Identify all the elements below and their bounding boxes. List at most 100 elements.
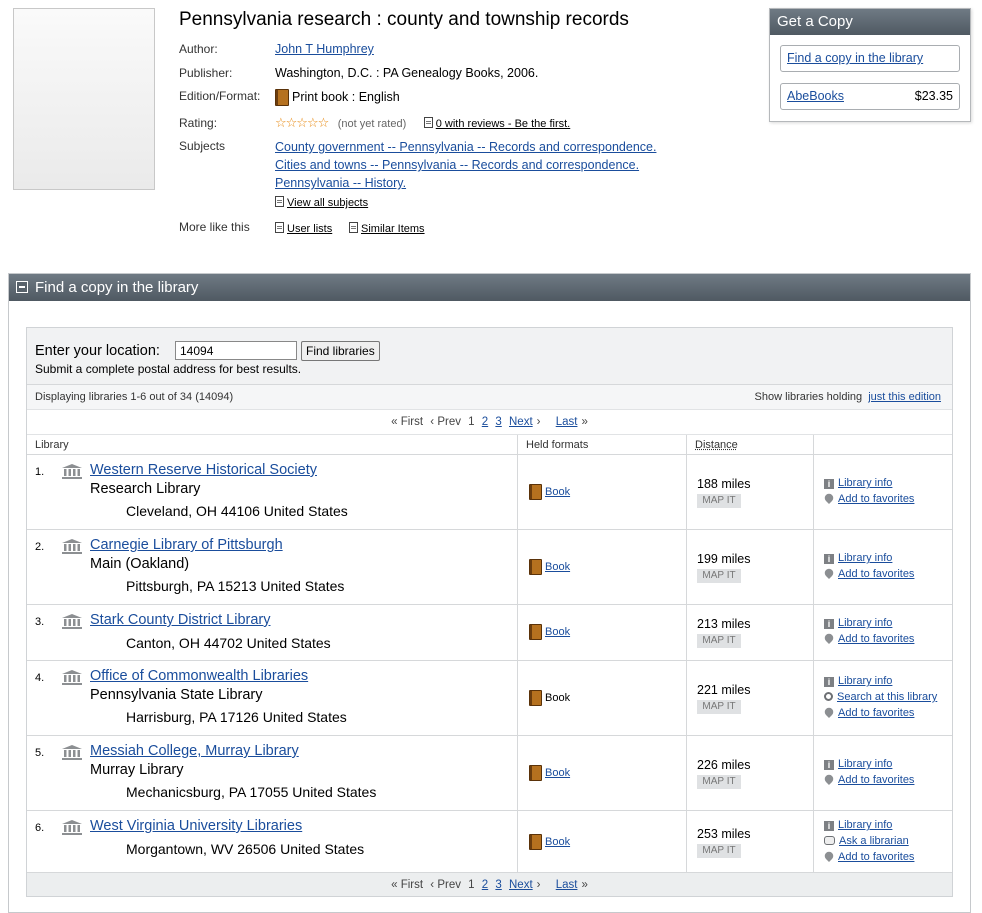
location-label: Enter your location: (35, 343, 160, 359)
library-info-link-wrap[interactable]: i Library info (824, 819, 892, 831)
library-info-link-wrap[interactable]: i Library info (824, 675, 892, 687)
library-info-link[interactable]: Library info (838, 477, 892, 489)
add-to-favorites-link-wrap[interactable]: Add to favorites (822, 566, 914, 580)
find-libraries-button[interactable]: Find libraries (301, 341, 380, 361)
subjects-label: Subjects (179, 139, 226, 153)
library-info-link-wrap[interactable]: i Library info (824, 477, 892, 489)
ask-a-librarian-link-wrap[interactable]: Ask a librarian (824, 835, 909, 847)
subject-link-3[interactable]: Pennsylvania -- History. (275, 176, 406, 190)
format-book-link[interactable]: Book (545, 767, 570, 779)
map-it-button[interactable]: MAP IT (697, 494, 741, 508)
pager-page-2[interactable]: 2 (482, 879, 488, 891)
subject-link-1[interactable]: County government -- Pennsylvania -- Rec… (275, 140, 656, 154)
abebooks-button[interactable]: AbeBooks $23.35 (780, 83, 960, 110)
star-rating-icon[interactable]: ☆☆☆☆☆ (275, 115, 329, 130)
library-name-link[interactable]: Office of Commonwealth Libraries (90, 668, 308, 684)
pager-page-3[interactable]: 3 (495, 879, 501, 891)
divider (686, 455, 687, 530)
library-info-link[interactable]: Library info (838, 758, 892, 770)
library-info-link-wrap[interactable]: i Library info (824, 758, 892, 770)
format-book-link[interactable]: Book (545, 836, 570, 848)
pager-last[interactable]: Last (556, 879, 578, 891)
add-to-favorites-link[interactable]: Add to favorites (838, 707, 914, 719)
add-to-favorites-link[interactable]: Add to favorites (838, 568, 914, 580)
add-to-favorites-link-wrap[interactable]: Add to favorites (822, 631, 914, 645)
library-address: Mechanicsburg, PA 17055 United States (126, 784, 377, 800)
bottom-pager: « First ‹ Prev 1 2 3 Next › Last» (27, 872, 952, 896)
just-this-edition-link[interactable]: just this edition (868, 391, 941, 403)
library-rank: 6. (35, 822, 45, 834)
library-info-link[interactable]: Library info (838, 819, 892, 831)
library-name-link[interactable]: West Virginia University Libraries (90, 818, 302, 834)
reviews-link[interactable]: 0 with reviews - Be the first. (436, 118, 571, 130)
similar-items-link[interactable]: Similar Items (361, 223, 425, 235)
library-name-link[interactable]: Stark County District Library (90, 612, 271, 628)
map-it-button[interactable]: MAP IT (697, 634, 741, 648)
add-to-favorites-link[interactable]: Add to favorites (838, 774, 914, 786)
book-icon (529, 559, 542, 575)
library-distance: 226 miles (697, 758, 751, 772)
divider (517, 661, 518, 736)
search-at-library-link-wrap[interactable]: Search at this library (824, 691, 937, 703)
pager-last[interactable]: Last (556, 416, 578, 428)
location-input[interactable] (175, 341, 297, 360)
add-to-favorites-link[interactable]: Add to favorites (838, 851, 914, 863)
add-to-favorites-link[interactable]: Add to favorites (838, 493, 914, 505)
divider (813, 605, 814, 661)
pager-page-3[interactable]: 3 (495, 416, 501, 428)
library-info-link[interactable]: Library info (838, 617, 892, 629)
similar-items-wrap[interactable]: Similar Items (349, 221, 425, 235)
add-to-favorites-link-wrap[interactable]: Add to favorites (822, 491, 914, 505)
find-copy-library-link[interactable]: Find a copy in the library (787, 51, 923, 65)
library-info-link[interactable]: Library info (838, 552, 892, 564)
pager-page-2[interactable]: 2 (482, 416, 488, 428)
held-format[interactable]: Book (529, 559, 570, 575)
user-lists-link[interactable]: User lists (287, 223, 332, 235)
held-format[interactable]: Book (529, 834, 570, 850)
view-all-subjects-wrap[interactable]: View all subjects (275, 195, 368, 209)
document-icon (275, 222, 284, 233)
view-all-subjects-link[interactable]: View all subjects (287, 197, 368, 209)
col-distance[interactable]: Distance (695, 439, 738, 451)
library-info-link-wrap[interactable]: i Library info (824, 617, 892, 629)
pager-page-1: 1 (468, 879, 475, 891)
find-copy-section-header[interactable]: Find a copy in the library (9, 274, 970, 301)
library-name-link[interactable]: Messiah College, Murray Library (90, 743, 299, 759)
format-book-link[interactable]: Book (545, 561, 570, 573)
library-address: Canton, OH 44702 United States (126, 635, 331, 651)
add-to-favorites-link[interactable]: Add to favorites (838, 633, 914, 645)
author-link[interactable]: John T Humphrey (275, 42, 374, 56)
library-name-link[interactable]: Western Reserve Historical Society (90, 462, 317, 478)
library-info-link[interactable]: Library info (838, 675, 892, 687)
map-it-button[interactable]: MAP IT (697, 775, 741, 789)
divider (686, 530, 687, 605)
reviews-link-wrap[interactable]: 0 with reviews - Be the first. (423, 116, 571, 130)
search-at-library-link[interactable]: Search at this library (837, 691, 937, 703)
held-format[interactable]: Book (529, 484, 570, 500)
add-to-favorites-link-wrap[interactable]: Add to favorites (822, 772, 914, 786)
find-copy-library-button[interactable]: Find a copy in the library (780, 45, 960, 72)
held-format[interactable]: Book (529, 624, 570, 640)
library-info-link-wrap[interactable]: i Library info (824, 552, 892, 564)
abebooks-link[interactable]: AbeBooks (787, 89, 844, 103)
format-book-link[interactable]: Book (545, 486, 570, 498)
rating-value: ☆☆☆☆☆ (not yet rated) 0 with reviews - B… (275, 115, 570, 131)
pager-next[interactable]: Next (509, 879, 533, 891)
book-icon (529, 834, 542, 850)
map-it-button[interactable]: MAP IT (697, 700, 741, 714)
map-it-button[interactable]: MAP IT (697, 569, 741, 583)
format-book-link[interactable]: Book (545, 626, 570, 638)
map-it-button[interactable]: MAP IT (697, 844, 741, 858)
add-to-favorites-link-wrap[interactable]: Add to favorites (822, 849, 914, 863)
library-list: 1. Western Reserve Historical Society Rese… (27, 455, 952, 875)
format-book-text: Book (545, 691, 571, 704)
subject-link-2[interactable]: Cities and towns -- Pennsylvania -- Reco… (275, 158, 639, 172)
library-name-link[interactable]: Carnegie Library of Pittsburgh (90, 537, 283, 553)
library-row: 5. Messiah College, Murray Library Murray … (27, 736, 952, 811)
user-lists-wrap[interactable]: User lists (275, 221, 332, 235)
add-to-favorites-link-wrap[interactable]: Add to favorites (822, 705, 914, 719)
pager-next[interactable]: Next (509, 416, 533, 428)
minus-box-icon[interactable] (16, 281, 28, 293)
held-format[interactable]: Book (529, 765, 570, 781)
ask-a-librarian-link[interactable]: Ask a librarian (839, 835, 909, 847)
